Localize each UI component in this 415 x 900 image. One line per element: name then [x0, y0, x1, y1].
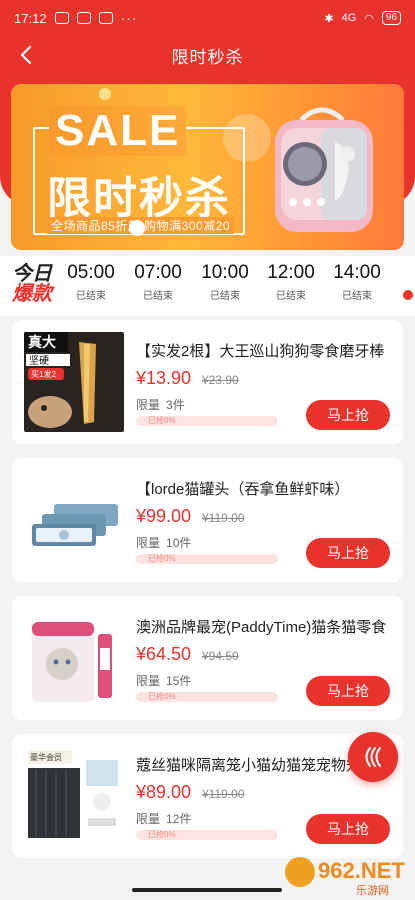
- slot-time: 05:00: [67, 262, 115, 283]
- limit-value: 12件: [166, 812, 192, 826]
- wifi-icon: ◠: [364, 12, 374, 25]
- thumb-badge-big: 真大: [28, 334, 56, 350]
- time-slot-0500[interactable]: 05:00 已结束: [58, 262, 124, 302]
- product-thumb-dog-chew: 真大 坚硬 买1发2: [24, 332, 124, 432]
- stock-limit: 限量 10件: [136, 534, 191, 551]
- page-title: 限时秒杀: [171, 47, 244, 67]
- gallery-app-icon: [54, 12, 69, 24]
- original-price: ¥23.90: [202, 373, 239, 387]
- buy-now-button[interactable]: 马上抢: [306, 814, 390, 844]
- slot-time: 10:00: [201, 262, 249, 283]
- progress-text: 已抢0%: [148, 554, 176, 563]
- limit-label: 限量: [136, 812, 161, 826]
- original-price: ¥94.50: [202, 649, 239, 663]
- battery-indicator: 96: [381, 11, 401, 25]
- active-slot-indicator: [403, 290, 413, 300]
- thumb-badge-vip: 豪华会员: [30, 752, 62, 762]
- buy-now-button[interactable]: 马上抢: [306, 676, 390, 706]
- signal-label: 4G: [341, 12, 357, 24]
- scroll-back-double-chevron-icon[interactable]: [348, 732, 398, 782]
- progress-text: 已抢0%: [148, 830, 176, 839]
- bluetooth-icon: ✱: [324, 12, 334, 25]
- limit-value: 10件: [166, 536, 192, 550]
- time-slot-bar: 今日 爆款 05:00 已结束 07:00 已结束 10:00 已结束 12:0…: [0, 256, 415, 316]
- sale-price: ¥13.90: [136, 368, 192, 388]
- product-name[interactable]: 【实发2根】大王巡山狗狗零食磨牙棒: [136, 340, 388, 361]
- status-bar: 17:12 ··· ✱ 4G ◠ 96: [0, 0, 415, 36]
- progress-text: 已抢0%: [148, 416, 176, 425]
- time-slot-1400[interactable]: 14:00 已结束: [324, 262, 390, 302]
- product-card[interactable]: 【lorde猫罐头（吞拿鱼鲜虾味） ¥99.00 ¥119.00 限量 10件 已…: [12, 458, 403, 582]
- store-app-icon: [76, 12, 91, 24]
- status-time: 17:12: [14, 10, 47, 26]
- thumb-badge-hard: 坚硬: [29, 355, 49, 367]
- buy-now-button[interactable]: 马上抢: [306, 538, 390, 568]
- original-price: ¥119.00: [202, 787, 245, 801]
- slot-state: 已结束: [143, 291, 173, 302]
- decor-dot: [99, 88, 111, 100]
- time-slot-1200[interactable]: 12:00 已结束: [258, 262, 324, 302]
- back-chevron-left-icon[interactable]: [14, 42, 40, 68]
- limit-label: 限量: [136, 536, 161, 550]
- pet-backpack-image: [275, 107, 373, 232]
- product-card[interactable]: 澳洲品牌最宠(PaddyTime)猫条猫零食 ¥64.50 ¥94.50 限量 1…: [12, 596, 403, 720]
- buy-now-button[interactable]: 马上抢: [306, 400, 390, 430]
- limit-value: 15件: [166, 674, 192, 688]
- product-thumb-cat-cage: 豪华会员: [24, 746, 124, 846]
- nav-bar: 限时秒杀: [0, 36, 415, 74]
- site-watermark-logo: 962.NET 乐游网: [285, 857, 405, 897]
- slot-time: 14:00: [333, 262, 381, 283]
- time-slot-1000[interactable]: 10:00 已结束: [192, 262, 258, 302]
- product-thumb-cat-treats: [24, 608, 124, 708]
- product-card[interactable]: 真大 坚硬 买1发2 【实发2根】大王巡山狗狗零食磨牙棒 ¥13.90 ¥23.…: [12, 320, 403, 444]
- today-hot-label: 今日 爆款: [12, 264, 56, 304]
- original-price: ¥119.00: [202, 511, 245, 525]
- stock-limit: 限量 12件: [136, 810, 191, 827]
- home-indicator: [132, 888, 282, 892]
- limit-value: 3件: [166, 398, 185, 412]
- more-notifications-icon: ···: [120, 10, 138, 26]
- product-card[interactable]: 豪华会员 蔻丝猫咪隔离笼小猫幼猫笼宠物笼 ¥89.00 ¥119.00 限量 12…: [12, 734, 403, 858]
- watermark-brand: 962.NET: [318, 858, 405, 883]
- product-name[interactable]: 澳洲品牌最宠(PaddyTime)猫条猫零食: [136, 616, 388, 637]
- product-thumb-cat-cans: [24, 470, 124, 570]
- sale-price: ¥99.00: [136, 506, 192, 526]
- hot-label: 爆款: [12, 283, 52, 305]
- slot-state: 已结束: [76, 291, 106, 302]
- banner-sale-text: SALE: [49, 106, 187, 156]
- heart-app-icon: [98, 12, 113, 24]
- slot-state: 已结束: [342, 291, 372, 302]
- stock-limit: 限量 15件: [136, 672, 191, 689]
- decor-dot: [129, 220, 145, 236]
- slot-state: 已结束: [276, 291, 306, 302]
- stock-limit: 限量 3件: [136, 396, 185, 413]
- sale-price: ¥89.00: [136, 782, 192, 802]
- slot-time: 07:00: [134, 262, 182, 283]
- promo-banner[interactable]: SALE 限时秒杀 全场商品85折起 购物满300减20: [11, 84, 404, 250]
- today-label: 今日: [12, 263, 52, 285]
- watermark-sub: 乐游网: [356, 884, 389, 897]
- time-slot-0700[interactable]: 07:00 已结束: [125, 262, 191, 302]
- limit-label: 限量: [136, 674, 161, 688]
- slot-time: 12:00: [267, 262, 315, 283]
- thumb-badge-promo: 买1发2: [31, 369, 56, 379]
- product-name[interactable]: 【lorde猫罐头（吞拿鱼鲜虾味）: [136, 478, 388, 499]
- limit-label: 限量: [136, 398, 161, 412]
- sale-price: ¥64.50: [136, 644, 192, 664]
- slot-state: 已结束: [210, 291, 240, 302]
- progress-text: 已抢0%: [148, 692, 176, 701]
